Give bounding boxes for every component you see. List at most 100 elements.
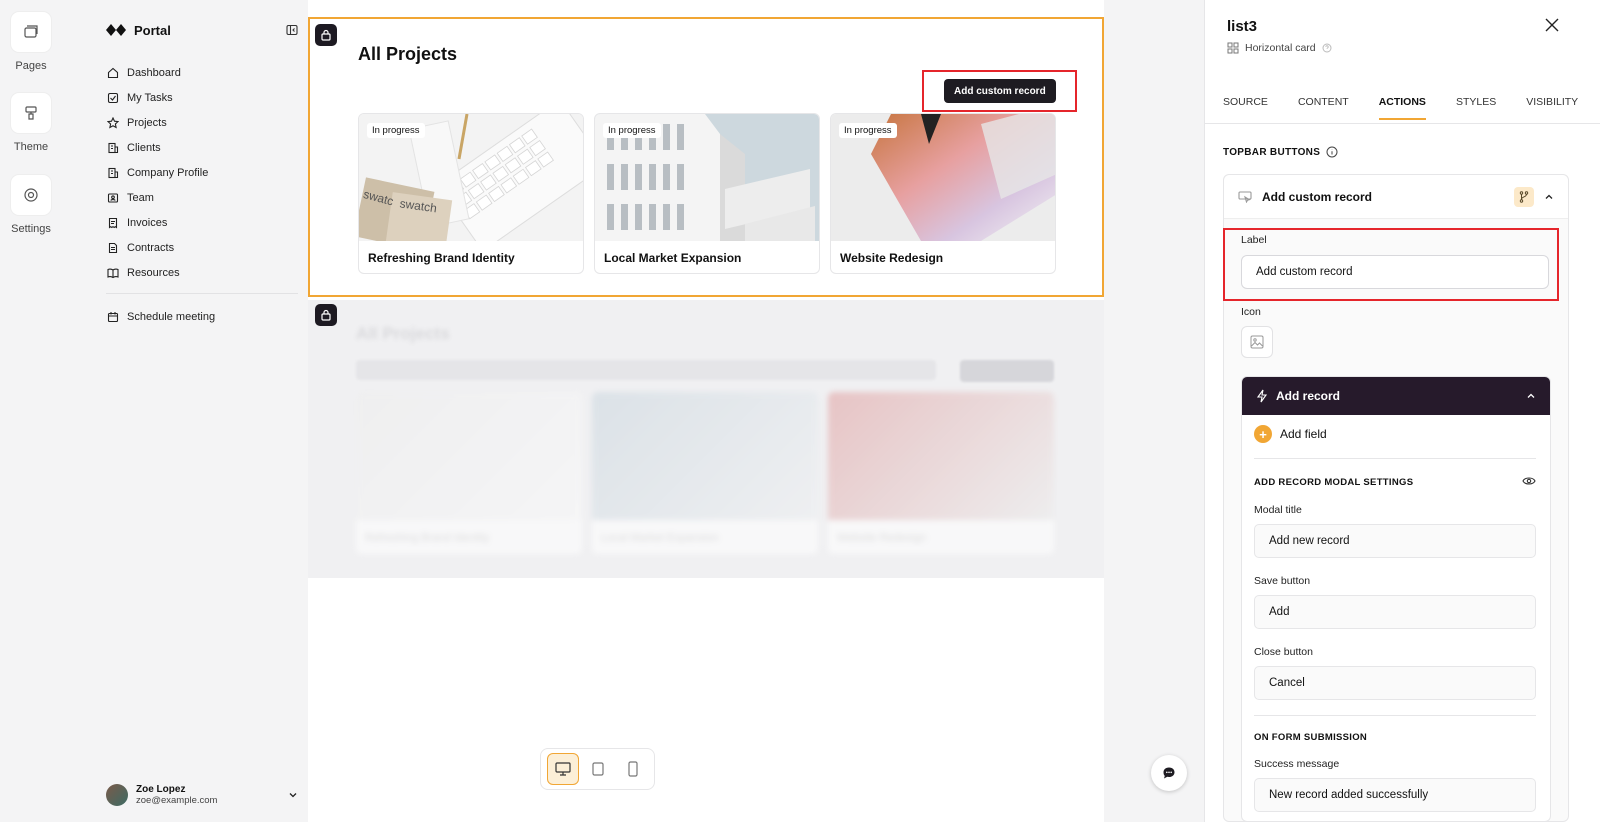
nav-item-company-profile[interactable]: Company Profile [96,160,308,185]
tab-actions[interactable]: ACTIONS [1378,92,1426,120]
nav-label: Clients [127,141,161,154]
eye-icon[interactable] [1522,476,1536,486]
chevron-up-icon[interactable] [1526,391,1536,401]
list-block-preview[interactable]: All Projects Refreshing Brand Identity L… [308,300,1104,578]
nav-item-team[interactable]: Team [96,185,308,210]
help-icon[interactable] [1322,43,1332,53]
chat-button[interactable] [1151,755,1187,791]
nav-label: Dashboard [127,66,181,79]
chevron-down-icon [289,793,297,798]
panel-subtitle: Horizontal card [1227,42,1332,54]
block-title: All Projects [358,44,458,64]
calendar-icon [107,311,119,322]
lightning-icon [1256,389,1268,403]
action-title: Add record [1276,389,1341,403]
icon-picker[interactable] [1241,326,1273,358]
nav-item-projects[interactable]: Projects [96,110,308,135]
add-custom-record-button[interactable]: Add custom record [944,79,1056,103]
divider [1254,715,1536,716]
device-tablet-button[interactable] [582,753,614,785]
nav-label: Invoices [127,216,168,229]
ghost-title: All Projects [356,324,450,343]
nav-item-my-tasks[interactable]: My Tasks [96,85,308,110]
rail-item-pages[interactable]: Pages [0,12,62,72]
close-icon[interactable] [1545,18,1559,32]
modal-title-input[interactable]: Add new record [1254,524,1536,558]
card-title: Refreshing Brand Identity [368,251,515,265]
card-title: Local Market Expansion [604,251,742,265]
lock-icon[interactable] [315,24,337,46]
status-badge: In progress [839,123,897,138]
icon-field-label: Icon [1241,306,1261,318]
star-icon [107,116,119,129]
user-menu[interactable]: Zoe Lopez zoe@example.com [106,784,298,806]
nav-label: Team [127,191,154,204]
nav-item-invoices[interactable]: Invoices [96,210,308,235]
branch-icon[interactable] [1514,186,1534,207]
card-title: Website Redesign [840,251,944,265]
label-field-label: Label [1241,234,1267,246]
panel-title: list3 [1227,18,1258,35]
save-button-label: Save button [1254,575,1311,587]
device-switcher [540,748,655,790]
divider [1254,458,1536,459]
contact-card-icon [107,192,119,203]
ghost-card: Local Market Expansion [592,392,818,554]
save-button-input[interactable]: Add [1254,595,1536,629]
ghost-card-title: Refreshing Brand Identity [365,532,490,544]
success-message-input[interactable]: New record added successfully [1254,778,1536,812]
tab-styles[interactable]: STYLES [1456,92,1496,120]
ghost-search-bar [356,360,936,380]
accordion-title: Add custom record [1262,189,1373,204]
lock-icon[interactable] [315,304,337,326]
list-block-selected[interactable]: All Projects Add custom record swatc swa… [308,17,1104,297]
project-card[interactable]: swatc swatch In progress Refreshing Bran… [358,113,584,274]
tab-visibility[interactable]: VISIBILITY [1526,92,1578,120]
nav-item-dashboard[interactable]: Dashboard [96,60,308,85]
tab-content[interactable]: CONTENT [1298,92,1349,120]
card-image-keyboard: swatc swatch In progress [359,114,583,241]
tab-source[interactable]: SOURCE [1223,92,1268,120]
chat-icon [1163,767,1175,779]
rail-label-pages: Pages [15,60,47,72]
info-icon[interactable] [1326,146,1338,158]
nav-item-clients[interactable]: Clients [96,135,308,160]
modal-settings-heading: ADD RECORD MODAL SETTINGS [1254,477,1414,488]
action-header[interactable]: Add record [1242,377,1550,415]
device-desktop-button[interactable] [546,753,579,785]
project-card[interactable]: In progress Website Redesign [830,113,1056,274]
desktop-icon [554,762,571,776]
nav-item-contracts[interactable]: Contracts [96,235,308,260]
sidebar-collapse-icon[interactable] [286,24,298,36]
project-card[interactable]: In progress Local Market Expansion [594,113,820,274]
button-cursor-icon [1238,190,1252,203]
user-name: Zoe Lopez [136,784,186,795]
nav-item-resources[interactable]: Resources [96,260,308,285]
add-field-button[interactable]: + Add field [1254,425,1327,443]
rail-item-settings[interactable]: Settings [0,175,62,235]
app-rail: Pages Theme Settings [0,0,62,822]
nav-item-schedule-meeting[interactable]: Schedule meeting [96,304,308,329]
portal-nav: Portal Dashboard My Tasks Projects Clien… [96,18,308,814]
nav-divider [106,293,298,294]
section-title: TOPBAR BUTTONS [1223,146,1321,158]
close-button-input[interactable]: Cancel [1254,666,1536,700]
chevron-up-icon[interactable] [1544,192,1554,202]
form-submission-heading: ON FORM SUBMISSION [1254,732,1368,743]
device-mobile-button[interactable] [617,753,649,785]
panel-tabs: SOURCE CONTENT ACTIONS STYLES VISIBILITY [1223,92,1600,120]
rail-label-settings: Settings [11,223,51,235]
tablet-icon [591,762,604,776]
brand-name: Portal [134,22,171,38]
rail-label-theme: Theme [13,141,49,153]
label-input[interactable]: Add custom record [1241,255,1549,289]
status-badge: In progress [367,123,425,138]
rail-item-theme[interactable]: Theme [0,93,62,153]
accordion-header[interactable]: Add custom record [1224,175,1568,219]
pages-icon [11,12,51,52]
document-icon [108,242,118,253]
card-image-laptop: In progress [831,114,1055,241]
nav-label: Projects [127,116,167,129]
ghost-card-title: Local Market Expansion [601,532,719,544]
nav-label: Contracts [127,241,175,254]
